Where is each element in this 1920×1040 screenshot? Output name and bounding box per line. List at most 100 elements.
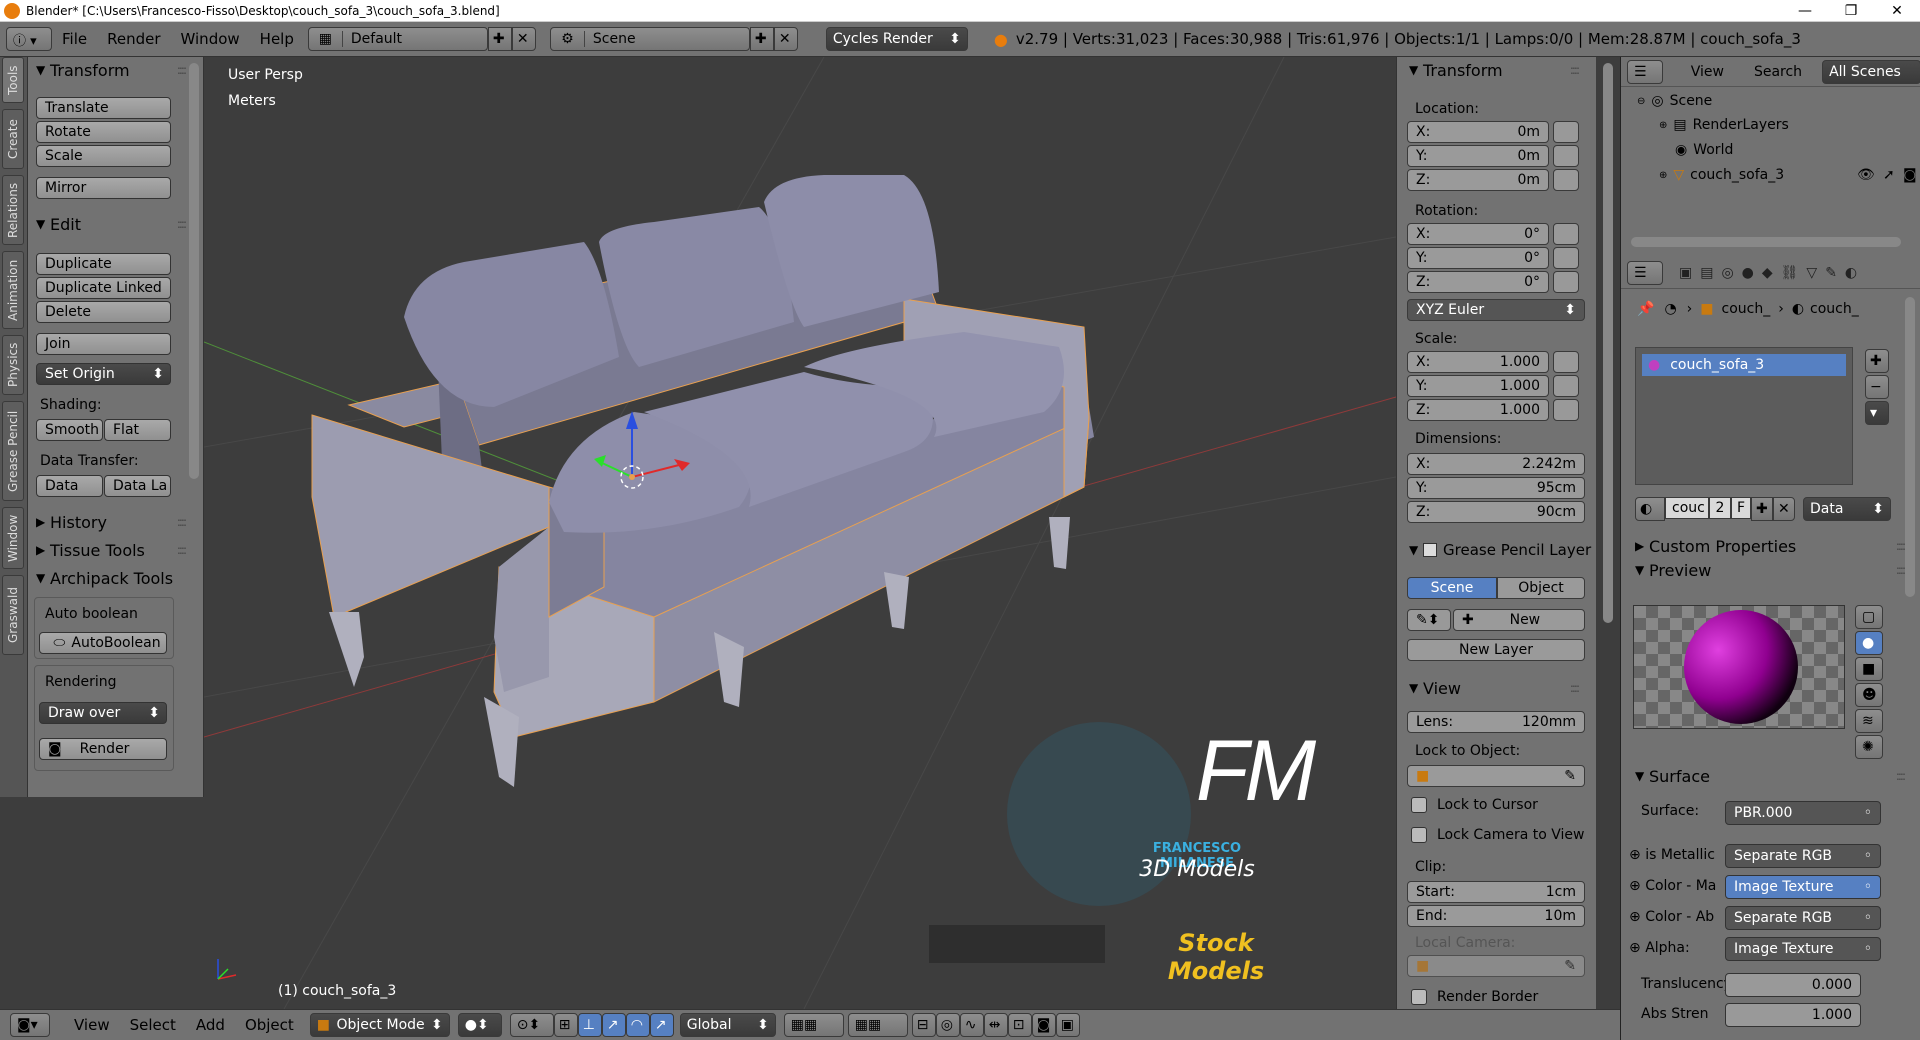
clip-end-field[interactable]: End: 10m: [1407, 905, 1585, 927]
eyedropper-icon[interactable]: ✎: [1564, 768, 1576, 784]
flat-button[interactable]: Flat: [104, 419, 171, 441]
scale-x-field[interactable]: X: 1.000: [1407, 351, 1549, 373]
duplicate-linked-button[interactable]: Duplicate Linked: [36, 277, 171, 299]
lock-camera-checkbox[interactable]: [1411, 827, 1427, 843]
proportional-edit-icon[interactable]: ◎: [935, 1013, 960, 1037]
snap-target-icon[interactable]: ⊡: [1007, 1013, 1032, 1037]
menu-select[interactable]: Select: [120, 1016, 186, 1034]
color-ma-input[interactable]: Image Texture ◦: [1725, 875, 1881, 899]
slot-specials-button[interactable]: ▾: [1865, 401, 1889, 425]
properties-shelf-scrollbar[interactable]: [1603, 63, 1613, 623]
pivot-point-dropdown[interactable]: ⊙⬍: [509, 1013, 554, 1037]
dimension-x-field[interactable]: X: 2.242m: [1407, 453, 1585, 475]
remove-scene-button[interactable]: ✕: [773, 27, 798, 51]
custom-properties-header[interactable]: ▶ Custom Properties::::: [1631, 533, 1906, 559]
smooth-button[interactable]: Smooth: [36, 419, 103, 441]
preview-world-icon[interactable]: ✺: [1855, 735, 1883, 759]
dimension-z-field[interactable]: Z: 90cm: [1407, 501, 1585, 523]
outliner-search-menu[interactable]: Search: [1754, 64, 1802, 80]
outliner-display-mode-dropdown[interactable]: All Scenes: [1822, 59, 1920, 84]
preview-flat-icon[interactable]: ▢: [1855, 605, 1883, 629]
outliner-item-scene[interactable]: ⊖ ◎ Scene: [1637, 93, 1712, 109]
archipack-panel-header[interactable]: ▼ Archipack Tools: [32, 565, 185, 591]
visibility-eye-icon[interactable]: 👁: [1857, 167, 1875, 183]
material-browse-icon[interactable]: ◐: [1635, 497, 1665, 521]
outliner-item-world[interactable]: ◉ World: [1675, 142, 1733, 158]
rotation-mode-dropdown[interactable]: XYZ Euler ⬍: [1407, 299, 1585, 321]
rotation-x-field[interactable]: X: 0°: [1407, 223, 1549, 245]
menu-view[interactable]: View: [64, 1016, 120, 1034]
clip-start-field[interactable]: Start: 1cm: [1407, 881, 1585, 903]
snap-toggle-icon[interactable]: ∿: [959, 1013, 984, 1037]
remove-slot-button[interactable]: −: [1865, 375, 1889, 399]
autoboolean-button[interactable]: ⬭ AutoBoolean: [39, 632, 167, 654]
rotate-button[interactable]: Rotate: [36, 121, 171, 143]
lock-icon[interactable]: [1553, 351, 1579, 373]
link-type-dropdown[interactable]: Data ⬍: [1803, 497, 1891, 521]
socket-expand-icon[interactable]: ⊕: [1629, 847, 1641, 863]
duplicate-button[interactable]: Duplicate: [36, 253, 171, 275]
unlink-material-button[interactable]: ✕: [1773, 497, 1795, 521]
set-origin-dropdown[interactable]: Set Origin ⬍: [36, 363, 171, 385]
view-panel-header[interactable]: ▼ View::::: [1405, 675, 1580, 701]
gp-object-tab[interactable]: Object: [1497, 577, 1585, 599]
abs-strength-slider[interactable]: 1.000: [1725, 1003, 1861, 1027]
location-y-field[interactable]: Y: 0m: [1407, 145, 1549, 167]
viewport-shading-dropdown[interactable]: ●⬍: [457, 1013, 502, 1037]
surface-panel-header[interactable]: ▼ Surface::::: [1631, 763, 1906, 789]
tissue-tools-panel-header[interactable]: ▶ Tissue Tools::::: [32, 537, 187, 563]
rotate-manipulator-icon[interactable]: ◠: [625, 1013, 650, 1037]
material-users-count[interactable]: 2: [1709, 497, 1731, 519]
transform-orientation-dropdown[interactable]: Global ⬍: [679, 1013, 776, 1037]
outliner-view-menu[interactable]: View: [1691, 64, 1724, 80]
edit-panel-header[interactable]: ▼ Edit::::: [32, 211, 187, 237]
tab-grease-pencil[interactable]: Grease Pencil: [2, 401, 24, 501]
pin-icon[interactable]: 📌: [1637, 301, 1654, 317]
surface-shader-field[interactable]: PBR.000 ◦: [1725, 801, 1881, 825]
socket-expand-icon[interactable]: ⊕: [1629, 878, 1641, 894]
render-button[interactable]: ◙ Render: [39, 738, 167, 760]
outliner-scrollbar[interactable]: [1631, 237, 1901, 247]
translate-button[interactable]: Translate: [36, 97, 171, 119]
move-manipulator-icon[interactable]: ↗: [601, 1013, 626, 1037]
properties-editor-type-icon[interactable]: ☰: [1627, 260, 1663, 285]
outliner-item-renderlayers[interactable]: ⊕ ▤ RenderLayers: [1659, 117, 1789, 133]
scale-z-field[interactable]: Z: 1.000: [1407, 399, 1549, 421]
tool-shelf-scrollbar[interactable]: [189, 63, 199, 479]
material-name-field[interactable]: couc: [1665, 497, 1709, 519]
render-engine-dropdown[interactable]: Cycles Render ⬍: [825, 27, 968, 51]
socket-expand-icon[interactable]: ⊕: [1629, 909, 1641, 925]
render-opengl-icon[interactable]: ◙: [1031, 1013, 1056, 1037]
draw-over-dropdown[interactable]: Draw over ⬍: [39, 702, 167, 724]
transform-panel-header[interactable]: ▼ Transform::::: [32, 57, 187, 83]
outliner-item-couch[interactable]: ⊕ ▽ couch_sofa_3: [1659, 167, 1784, 183]
lock-cursor-checkbox[interactable]: [1411, 797, 1427, 813]
menu-window[interactable]: Window: [171, 30, 250, 48]
3d-viewport[interactable]: User Persp Meters (1) couch_sofa_3 FM FR…: [204, 57, 1396, 1009]
scene-selector[interactable]: ⚙ Scene: [549, 27, 750, 51]
new-material-button[interactable]: ✚: [1751, 497, 1773, 521]
preview-cube-icon[interactable]: ■: [1855, 657, 1883, 681]
is-metallic-input[interactable]: Separate RGB ◦: [1725, 844, 1881, 868]
preview-monkey-icon[interactable]: ☻: [1855, 683, 1883, 707]
rotation-y-field[interactable]: Y: 0°: [1407, 247, 1549, 269]
data-layout-button[interactable]: Data La: [104, 475, 171, 497]
lock-icon[interactable]: [1553, 399, 1579, 421]
alpha-input[interactable]: Image Texture ◦: [1725, 937, 1881, 961]
history-panel-header[interactable]: ▶ History::::: [32, 509, 187, 535]
render-camera-icon[interactable]: ◙: [1903, 167, 1917, 183]
lock-icon[interactable]: [1553, 375, 1579, 397]
data-transfer-button[interactable]: Data: [36, 475, 103, 497]
pencil-icon[interactable]: ✎⬍: [1407, 609, 1451, 631]
manipulator-toggle-icon[interactable]: ⊞: [553, 1013, 578, 1037]
menu-render[interactable]: Render: [97, 30, 170, 48]
remove-layout-button[interactable]: ✕: [511, 27, 536, 51]
selectability-cursor-icon[interactable]: ➚: [1883, 167, 1895, 183]
lock-icon[interactable]: [1553, 121, 1579, 143]
gp-scene-tab[interactable]: Scene: [1407, 577, 1497, 599]
tab-create[interactable]: Create: [2, 109, 24, 169]
transform-panel-header[interactable]: ▼ Transform::::: [1405, 57, 1580, 83]
add-layout-button[interactable]: ✚: [487, 27, 512, 51]
tab-window[interactable]: Window: [2, 507, 24, 569]
tab-graswald[interactable]: Graswald: [2, 575, 24, 655]
